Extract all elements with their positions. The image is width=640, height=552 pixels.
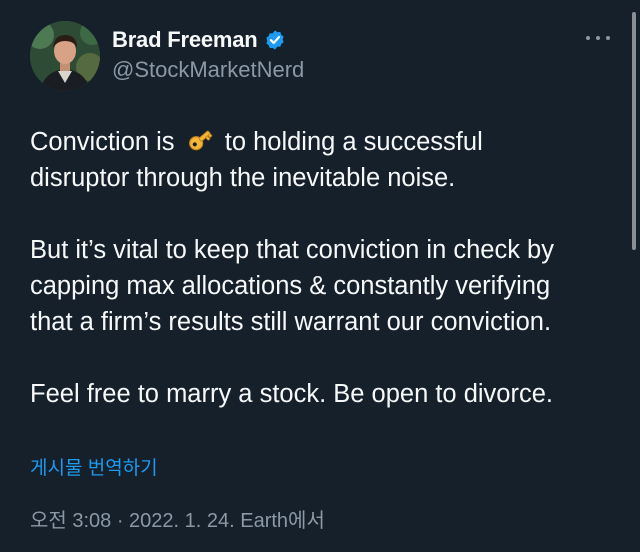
avatar[interactable] <box>30 21 100 91</box>
tweet-paragraph: Conviction is to holding a successful di… <box>30 124 620 196</box>
translate-post-link[interactable]: 게시물 번역하기 <box>30 453 158 480</box>
author-name-row: Brad Freeman <box>112 25 286 55</box>
tweet-line: Conviction is to holding a successful <box>30 124 620 160</box>
tweet-line: But it’s vital to keep that conviction i… <box>30 236 554 264</box>
verified-badge-icon <box>264 29 286 51</box>
tweet-line: Feel free to marry a stock. Be open to d… <box>30 380 553 408</box>
tweet-text-segment: to holding a successful <box>217 128 483 156</box>
tweet-line: that a firm’s results still warrant our … <box>30 308 552 336</box>
more-horizontal-icon <box>586 36 590 40</box>
tweet-card: Brad Freeman @StockMarketNerd Conviction… <box>0 0 640 552</box>
tweet-text: Conviction is to holding a successful di… <box>30 124 620 412</box>
more-horizontal-icon <box>596 36 600 40</box>
avatar-image <box>30 21 100 91</box>
author-display-name[interactable]: Brad Freeman <box>112 27 258 53</box>
author-handle[interactable]: @StockMarketNerd <box>112 57 304 83</box>
scrollbar[interactable] <box>632 12 636 250</box>
tweet-timestamp[interactable]: 오전 3:08 · 2022. 1. 24. Earth에서 <box>30 504 325 533</box>
key-emoji <box>186 126 214 154</box>
tweet-paragraph: Feel free to marry a stock. Be open to d… <box>30 376 620 412</box>
tweet-line: disruptor through the inevitable noise. <box>30 164 456 192</box>
tweet-line: capping max allocations & constantly ver… <box>30 272 551 300</box>
tweet-paragraph: But it’s vital to keep that conviction i… <box>30 232 620 340</box>
tweet-text-segment: Conviction is <box>30 128 182 156</box>
more-options-button[interactable] <box>586 30 610 46</box>
more-horizontal-icon <box>606 36 610 40</box>
